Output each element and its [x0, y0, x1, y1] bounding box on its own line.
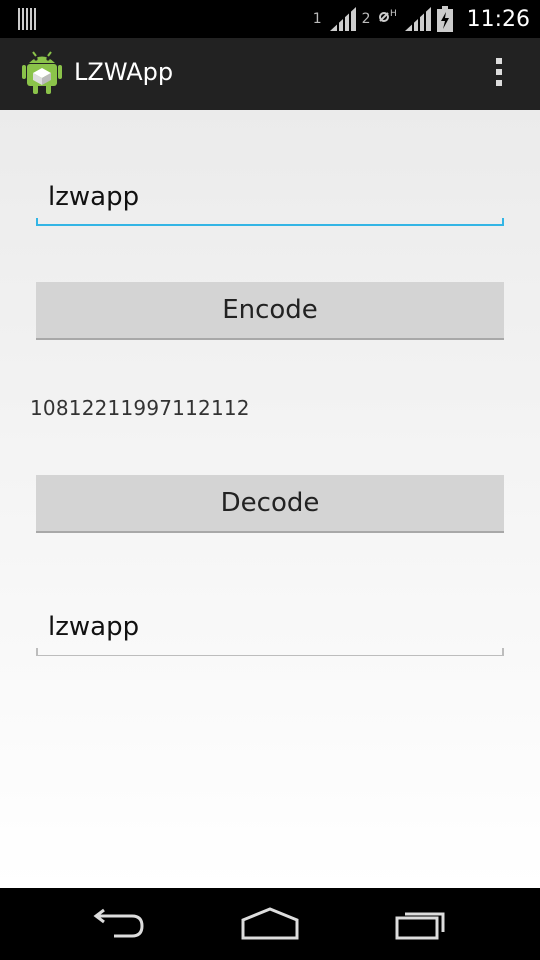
- barcode-icon: [18, 8, 36, 34]
- home-icon[interactable]: [240, 906, 300, 946]
- encoded-output: 10812211997112112: [30, 396, 250, 420]
- signal-sim1-icon: [329, 7, 356, 31]
- battery-charging-icon: [436, 6, 453, 32]
- decoded-field[interactable]: lzwapp: [36, 606, 504, 656]
- svg-text:H: H: [390, 9, 397, 19]
- overflow-menu-icon[interactable]: [496, 58, 504, 94]
- sim1-label: 1: [312, 11, 322, 27]
- input-field[interactable]: lzwapp: [36, 176, 504, 226]
- sim2-label: 2: [361, 11, 371, 27]
- action-bar: LZWApp: [0, 38, 540, 112]
- encode-button[interactable]: Encode: [36, 282, 504, 340]
- recents-icon[interactable]: [394, 906, 450, 946]
- main-content: lzwapp Encode 10812211997112112 Decode l…: [0, 110, 540, 888]
- decode-button[interactable]: Decode: [36, 475, 504, 533]
- back-icon[interactable]: [92, 906, 148, 946]
- app-title: LZWApp: [74, 58, 174, 86]
- signal-sim2-icon: [404, 7, 431, 31]
- android-app-icon: [22, 50, 62, 98]
- clock: 11:26: [466, 6, 530, 32]
- decoded-text: lzwapp: [48, 612, 140, 642]
- navigation-bar: [0, 888, 540, 960]
- input-text: lzwapp: [48, 182, 140, 212]
- status-bar: 1 2 H 11:26: [0, 0, 540, 38]
- data-h-icon: H: [378, 9, 397, 22]
